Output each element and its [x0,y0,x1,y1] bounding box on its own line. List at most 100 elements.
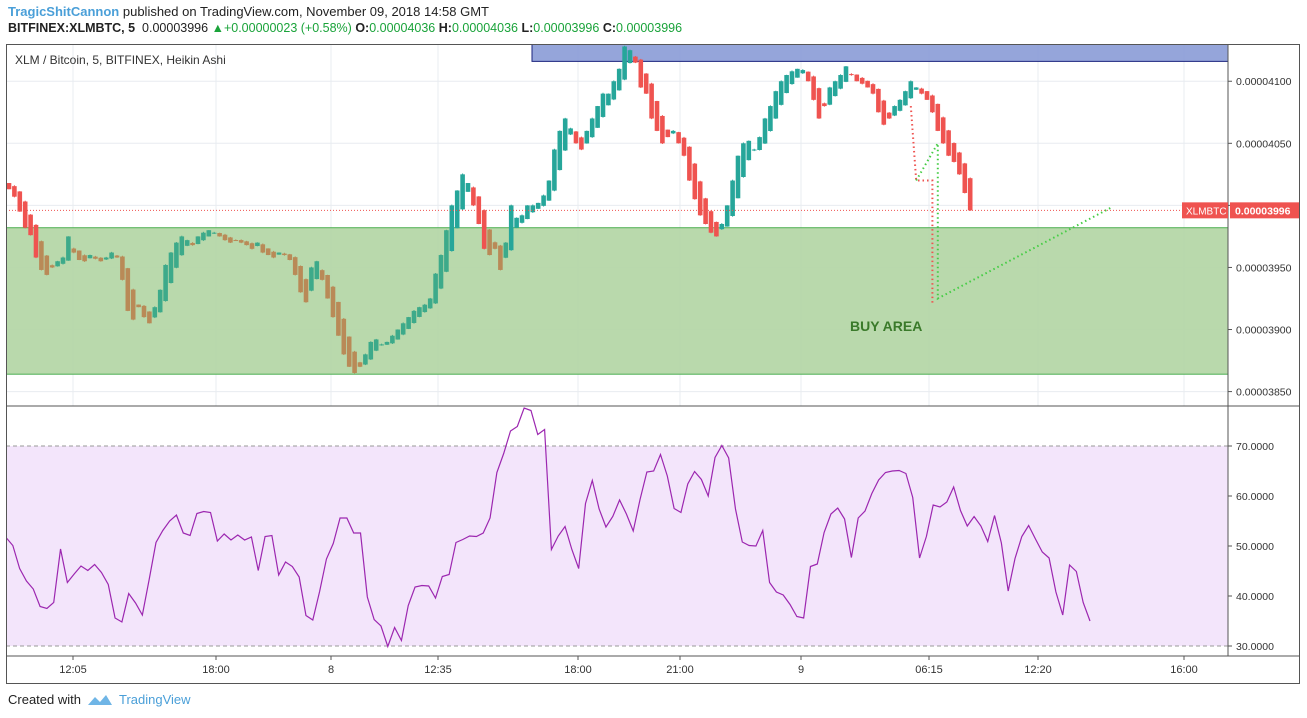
candle-body [600,93,606,117]
candle-body [417,307,422,317]
candle-body [741,143,746,177]
candle-body [260,244,266,253]
candle-body [244,241,249,246]
candle-body [870,84,876,94]
candle-body [325,275,330,299]
rsi-tick-label: 30.0000 [1236,641,1274,653]
candle-body [152,307,158,318]
candle-body [584,130,590,144]
candle-body [465,183,471,192]
tradingview-brand-link[interactable]: TradingView [119,692,191,707]
candle-body [654,101,660,131]
candle-body [784,75,789,94]
candle-body [314,261,320,280]
candle-body [843,66,849,82]
footer: Created with TradingView [8,692,191,707]
close-value: 0.00003996 [616,21,683,35]
candle-body [805,71,811,82]
candle-body [541,195,546,206]
rsi-tick-label: 40.0000 [1236,591,1274,603]
candle-body [211,232,217,234]
candle-body [676,132,681,144]
price-axis[interactable]: 0.000038500.000039000.000039500.00004000… [1227,44,1292,656]
candle-body [903,91,908,106]
candle-body [940,117,946,144]
publish-line: TragicShitCannon published on TradingVie… [8,4,489,19]
candle-body [103,257,109,260]
time-tick-label: 18:00 [202,664,230,676]
candle-body [951,143,957,162]
candle-body [460,174,465,210]
candle-body [589,118,595,138]
candle-body [163,264,168,302]
candle-body [55,261,60,267]
candle-body [746,140,752,161]
buy-area-zone [5,227,1229,375]
candle-body [643,73,649,94]
candle-body [276,252,282,255]
candle-body [622,46,627,80]
candle-body [298,266,303,293]
rsi-tick-label: 50.0000 [1236,541,1274,553]
candle-body [265,248,271,256]
candle-body [438,255,444,289]
candle-body [481,210,487,249]
candle-body [606,93,611,106]
author-link[interactable]: TragicShitCannon [8,4,119,19]
candle-body [201,232,206,241]
candle-body [93,256,98,259]
candle-body [168,252,174,284]
candle-body [17,191,23,212]
candle-body [811,76,816,100]
candle-body [822,103,827,107]
created-with-label: Created with [8,692,81,707]
candle-body [179,236,185,256]
symbol-label: BITFINEX:XLMBTC, 5 [8,21,136,35]
candle-body [649,83,654,119]
candle-body [190,242,195,246]
rsi-panel [5,405,1300,656]
candle-body [778,81,784,105]
candle-body [627,50,633,64]
time-axis[interactable]: 12:05 18:00 8 12:35 18:00 21:00 9 06:15 12:20 16:… [6,655,1300,676]
candle-body [6,183,12,190]
candle-body [616,68,622,91]
price-chart[interactable]: BUY AREA XLM / Bitcoin, 5, BITFINEX, Hei… [5,36,1300,684]
candle-body [865,80,870,88]
candle-body [130,289,136,320]
candle-body [670,130,676,134]
low-label: L: [521,21,534,35]
candle-body [346,336,352,367]
candle-body [28,214,33,236]
chart-container[interactable]: BUY AREA XLM / Bitcoin, 5, BITFINEX, Hei… [5,36,1300,684]
candle-body [816,88,822,119]
time-tick-label: 16:00 [1170,664,1198,676]
candle-body [498,245,503,270]
candle-body [892,106,897,116]
candle-body [703,198,708,224]
candle-body [330,286,336,318]
buy-area-label: BUY AREA [850,318,922,334]
candle-body [22,201,28,228]
candle-body [832,81,838,97]
candle-body [255,242,260,247]
time-tick-label: 12:35 [424,664,452,676]
time-tick-label: 06:15 [915,664,943,676]
candle-body [449,205,455,251]
candle-body [217,233,222,237]
candle-body [39,241,44,270]
candle-body [352,351,357,373]
candle-body [773,91,779,119]
candle-body [535,202,541,209]
candle-body [174,242,179,268]
candle-body [573,131,579,144]
candle-body [147,311,152,324]
candle-body [908,81,914,99]
candle-body [400,323,406,335]
candle-body [665,129,671,138]
candle-body [303,279,309,303]
candle-body [768,106,773,132]
price-tag-value: 0.00003996 [1235,205,1291,217]
candle-body [271,251,276,258]
candle-body [71,248,77,253]
